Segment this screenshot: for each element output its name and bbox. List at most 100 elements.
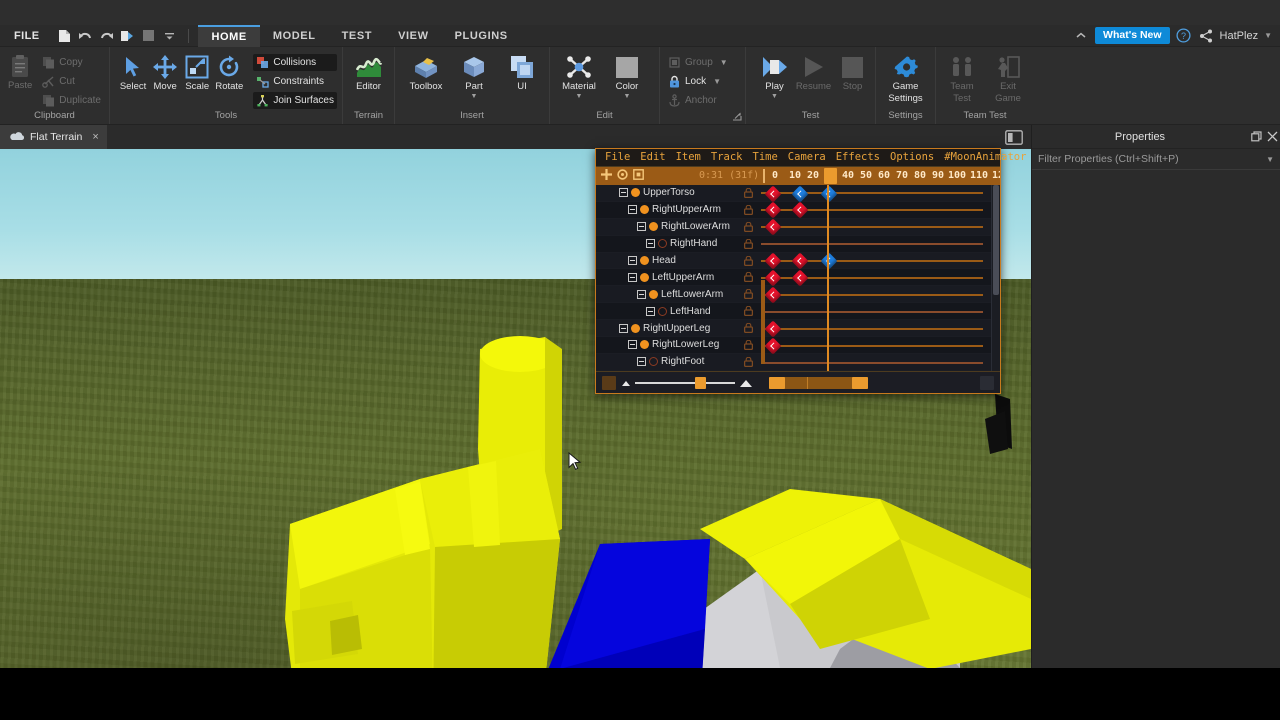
exit-game-button[interactable]: Exit Game (985, 50, 1031, 104)
footer-right-button[interactable] (980, 376, 994, 390)
expander-icon[interactable] (646, 239, 655, 249)
stop-square-icon[interactable] (139, 26, 158, 45)
publish-icon[interactable] (118, 26, 137, 45)
qat-overflow-icon[interactable] (160, 26, 179, 45)
collisions-toggle[interactable]: Collisions (253, 54, 337, 71)
tab-view[interactable]: VIEW (385, 25, 442, 47)
track-row-rightlowerleg[interactable]: RightLowerLeg (596, 337, 736, 354)
color-button[interactable]: Color ▼ (603, 50, 651, 100)
lock-icon[interactable] (736, 320, 761, 338)
track-row-righthand[interactable]: RightHand (596, 235, 736, 253)
part-dropdown-caret[interactable]: ▼ (471, 93, 478, 100)
paste-button[interactable]: Paste (3, 50, 37, 91)
copy-button[interactable]: Copy (39, 54, 104, 71)
timeline-ruler[interactable]: 0 10 20 30 40 50 60 70 80 90 100 110 120 (766, 167, 1000, 185)
close-icon[interactable]: × (92, 131, 98, 143)
zoom-slider-thumb[interactable] (695, 377, 706, 389)
track-row-rightfoot[interactable]: RightFoot (596, 353, 736, 371)
duplicate-button[interactable]: Duplicate (39, 92, 104, 109)
chevron-down-icon[interactable]: ▼ (1266, 155, 1274, 164)
tab-model[interactable]: MODEL (260, 25, 329, 47)
lock-button[interactable]: Lock ▼ (665, 73, 731, 90)
scale-tool-button[interactable]: Scale (181, 50, 213, 92)
tab-home[interactable]: HOME (198, 24, 260, 47)
expander-icon[interactable] (646, 306, 655, 316)
ui-button[interactable]: UI (498, 50, 546, 92)
whats-new-button[interactable]: What's New (1095, 27, 1170, 44)
part-button[interactable]: Part ▼ (450, 50, 498, 100)
horizontal-scrollbar[interactable] (769, 377, 868, 389)
moon-menu-track[interactable]: Track (706, 149, 748, 166)
material-dropdown-caret[interactable]: ▼ (576, 93, 583, 100)
stop-button[interactable]: Stop (833, 50, 872, 92)
tab-test[interactable]: TEST (329, 25, 386, 47)
join-surfaces-toggle[interactable]: Join Surfaces (253, 92, 337, 109)
cut-button[interactable]: Cut (39, 73, 104, 90)
color-dropdown-caret[interactable]: ▼ (624, 93, 631, 100)
add-plus-icon[interactable] (601, 167, 612, 185)
lock-icon[interactable] (736, 303, 761, 321)
toolbox-button[interactable]: Toolbox (402, 50, 450, 92)
game-settings-button[interactable]: Game Settings (879, 50, 932, 104)
expander-icon[interactable] (628, 272, 637, 282)
track-row-leftupperarm[interactable]: LeftUpperArm (596, 269, 736, 287)
chevron-down-icon[interactable]: ▼ (1264, 31, 1272, 40)
material-button[interactable]: Material ▼ (555, 50, 603, 100)
play-button[interactable]: Play ▼ (755, 50, 794, 100)
frame-box-icon[interactable] (633, 167, 644, 185)
username-label[interactable]: HatPlez (1220, 30, 1259, 42)
properties-filter-row[interactable]: Filter Properties (Ctrl+Shift+P) ▼ (1032, 149, 1280, 170)
track-row-head[interactable]: Head (596, 252, 736, 270)
constraints-toggle[interactable]: Constraints (253, 73, 337, 90)
lock-icon[interactable] (736, 252, 761, 270)
track-row-rightlowerarm[interactable]: RightLowerArm (596, 218, 736, 236)
moon-menu-file[interactable]: File (600, 149, 635, 166)
dock-panel-icon[interactable] (1001, 127, 1027, 147)
lock-icon[interactable] (736, 235, 761, 253)
team-test-button[interactable]: Team Test (939, 50, 985, 104)
track-row-rightupperarm[interactable]: RightUpperArm (596, 201, 736, 219)
new-file-icon[interactable] (55, 26, 74, 45)
terrain-editor-button[interactable]: Editor (346, 50, 391, 92)
moon-menu-time[interactable]: Time (748, 149, 783, 166)
expander-icon[interactable] (628, 256, 637, 265)
moon-menu-effects[interactable]: Effects (831, 149, 885, 166)
lock-icon[interactable] (736, 218, 761, 236)
moon-animator-window[interactable]: File Edit Item Track Time Camera Effects… (595, 148, 1026, 394)
moon-menu-item[interactable]: Item (671, 149, 706, 166)
chevron-up-icon[interactable] (1073, 28, 1089, 44)
lock-icon[interactable] (736, 201, 761, 219)
play-dropdown-caret[interactable]: ▼ (771, 93, 778, 100)
scrollbar-right-handle[interactable] (852, 377, 868, 389)
lock-icon[interactable] (736, 353, 761, 371)
track-row-rightupperleg[interactable]: RightUpperLeg (596, 320, 736, 338)
timeline-vertical-scrollbar[interactable] (991, 185, 1000, 371)
expander-icon[interactable] (628, 205, 637, 215)
file-menu-button[interactable]: FILE (0, 25, 49, 47)
expander-icon[interactable] (628, 340, 637, 350)
group-dropdown-caret[interactable]: ▼ (720, 58, 728, 67)
scrollbar-thumb[interactable] (993, 185, 999, 295)
scrollbar-left-handle[interactable] (769, 377, 785, 389)
lock-icon[interactable] (736, 337, 761, 354)
keyframe-timeline[interactable] (761, 185, 1000, 371)
filter-properties-input[interactable]: Filter Properties (Ctrl+Shift+P) (1038, 153, 1266, 165)
moon-menu-brand[interactable]: #MoonAnimator (939, 149, 1031, 166)
moon-menu-edit[interactable]: Edit (635, 149, 670, 166)
expander-icon[interactable] (637, 222, 646, 232)
record-circle-icon[interactable] (617, 167, 628, 185)
expander-icon[interactable] (637, 357, 646, 367)
lock-icon[interactable] (736, 185, 761, 202)
anchor-button[interactable]: Anchor (665, 92, 731, 109)
close-icon[interactable] (1264, 129, 1280, 145)
dialog-launcher-icon[interactable] (733, 112, 742, 123)
undo-icon[interactable] (76, 26, 95, 45)
color-swatch-button[interactable] (602, 375, 616, 390)
expander-icon[interactable] (637, 289, 646, 299)
move-tool-button[interactable]: Move (149, 50, 181, 92)
moon-menu-options[interactable]: Options (885, 149, 939, 166)
help-circle-icon[interactable]: ? (1176, 28, 1192, 44)
track-row-leftlowerarm[interactable]: LeftLowerArm (596, 286, 736, 304)
moon-menu-camera[interactable]: Camera (783, 149, 831, 166)
share-icon[interactable] (1198, 28, 1214, 44)
